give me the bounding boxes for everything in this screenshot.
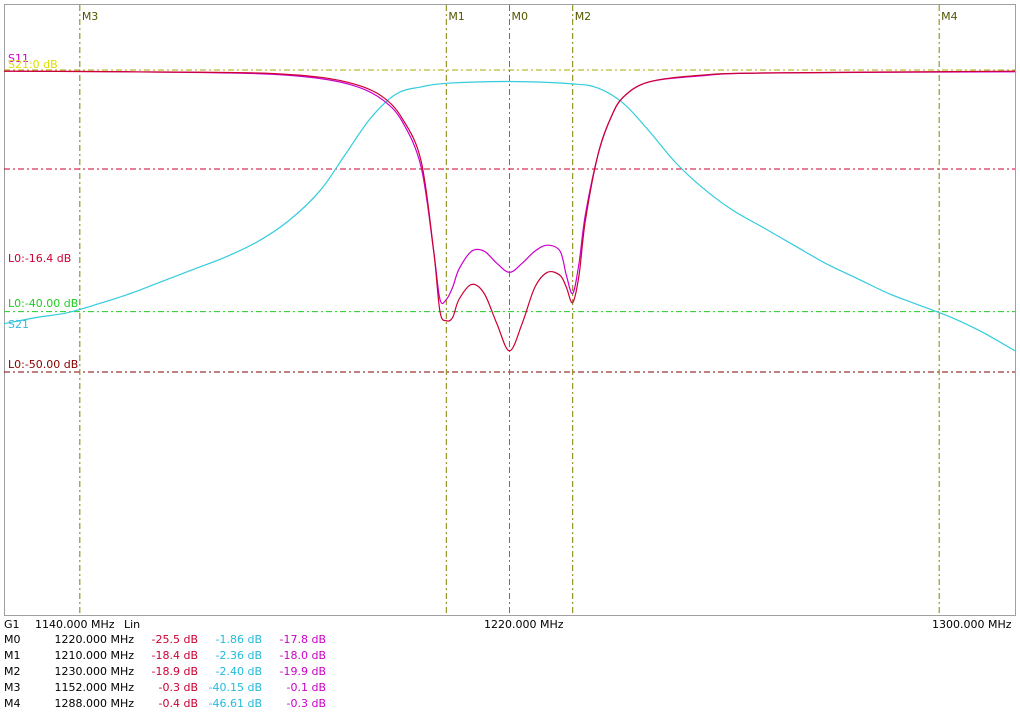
marker-name-cell: M0 [4,633,21,646]
trace-label-0: S21 [8,318,29,331]
marker-v3-cell: -19.9 dB [279,665,327,678]
marker-v3-cell: -0.3 dB [286,697,327,710]
marker-name-cell: M4 [4,697,21,710]
marker-row-m3: M3 1152.000 MHz -0.3 dB -40.15 dB -0.1 dB [4,680,332,696]
marker-freq-cell: 1288.000 MHz [54,697,134,710]
marker-v2-cell: -46.61 dB [208,697,263,710]
vna-plot: L0:-16.4 dB L0:-40.00 dB L0:-50.00 dB M3 M1… [3,4,1016,631]
marker-freq-cell: 1152.000 MHz [54,681,134,694]
g1-mode: Lin [124,618,140,631]
marker-v3-cell: -18.0 dB [279,649,327,662]
marker-row-m1: M1 1210.000 MHz -18.4 dB -2.36 dB -18.0 dB [4,648,332,664]
marker-freq-cell: 1230.000 MHz [54,665,134,678]
marker-v2-cell: -2.36 dB [215,649,263,662]
marker-freq-cell: 1210.000 MHz [54,649,134,662]
limit-label-1: L0:-40.00 dB [8,297,78,310]
marker-v2-cell: -2.40 dB [215,665,263,678]
marker-label-m3: M3 [82,10,99,23]
marker-label-m1: M1 [448,10,465,23]
limit-label-2: L0:-50.00 dB [8,358,78,371]
x-tick-label-0: 1140.000 MHz [35,618,115,631]
marker-v1-cell: -25.5 dB [151,633,199,646]
marker-freq-cell: 1220.000 MHz [54,633,134,646]
marker-v3-cell: -0.1 dB [286,681,327,694]
marker-v1-cell: -18.9 dB [151,665,199,678]
marker-v2-cell: -40.15 dB [208,681,263,694]
limit-label-0: L0:-16.4 dB [8,252,71,265]
x-tick-label-2: 1300.000 MHz [932,618,1012,631]
marker-label-m4: M4 [941,10,958,23]
marker-name-cell: M2 [4,665,21,678]
marker-name-cell: M1 [4,649,21,662]
marker-v1-cell: -18.4 dB [151,649,199,662]
x-tick-label-1: 1220.000 MHz [484,618,564,631]
marker-row-m0: M0 1220.000 MHz -25.5 dB -1.86 dB -17.8 dB [4,632,332,648]
marker-v1-cell: -0.4 dB [158,697,199,710]
marker-row-m4: M4 1288.000 MHz -0.4 dB -46.61 dB -0.3 dB [4,696,332,712]
trace-label-2: S21:0 dB [8,58,58,71]
marker-row-m2: M2 1230.000 MHz -18.9 dB -2.40 dB -19.9 dB [4,664,332,680]
marker-name-cell: M3 [4,681,21,694]
marker-v2-cell: -1.86 dB [215,633,263,646]
g1-label: G1 [4,618,20,631]
marker-label-m0: M0 [512,10,529,23]
marker-v1-cell: -0.3 dB [158,681,199,694]
marker-readout-table: M0 1220.000 MHz -25.5 dB -1.86 dB -17.8 dB M1… [4,632,332,712]
marker-v3-cell: -17.8 dB [279,633,327,646]
x-axis-ticks: G1 Lin 1140.000 MHz 1220.000 MHz 1300.000 … [4,618,1012,631]
marker-label-m2: M2 [575,10,592,23]
